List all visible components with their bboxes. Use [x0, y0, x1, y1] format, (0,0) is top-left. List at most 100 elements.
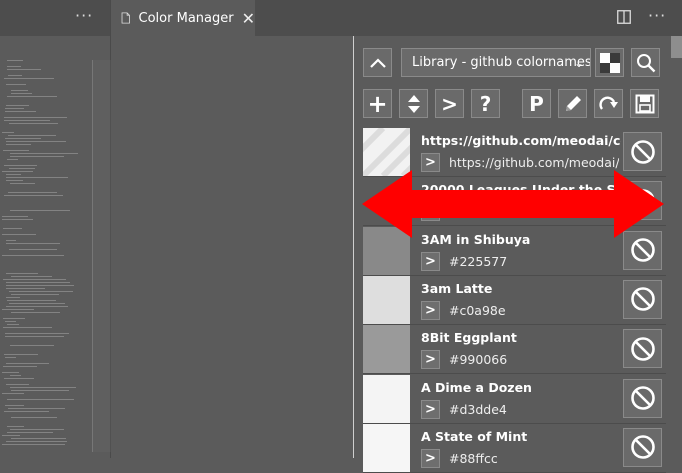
- remove-color-button[interactable]: [623, 427, 662, 467]
- remove-color-button[interactable]: [623, 378, 662, 418]
- minimap-line: [6, 174, 21, 175]
- collapse-button[interactable]: [363, 48, 392, 77]
- minimap-line: [7, 426, 24, 427]
- expand-button[interactable]: >: [421, 448, 440, 468]
- more-actions-icon[interactable]: ···: [75, 6, 93, 25]
- checker-icon: [599, 52, 620, 73]
- minimap-line: [11, 312, 60, 313]
- remove-color-button[interactable]: [623, 181, 662, 221]
- color-row[interactable]: 3AM in Shibuya > #225577: [363, 226, 666, 276]
- color-row[interactable]: 3am Latte > #c0a98e: [363, 275, 666, 325]
- split-editor-icon[interactable]: [617, 10, 631, 24]
- expand-button[interactable]: >: [421, 350, 440, 370]
- minimap-line: [10, 375, 21, 376]
- color-row[interactable]: A Dime a Dozen > #d3dde4: [363, 374, 666, 424]
- next-button[interactable]: >: [435, 89, 464, 118]
- more-actions-icon[interactable]: ···: [648, 6, 666, 25]
- minimap-line: [7, 432, 53, 433]
- minimap-line: [6, 282, 70, 283]
- color-swatch[interactable]: [363, 177, 410, 226]
- color-value: #c0a98e: [449, 302, 506, 318]
- minimap-line: [11, 438, 66, 439]
- color-row[interactable]: 8Bit Eggplant > #990066: [363, 325, 666, 375]
- remove-color-button[interactable]: [623, 329, 662, 369]
- minimap-line: [3, 228, 22, 229]
- tab-color-manager[interactable]: Color Manager ✕: [111, 0, 255, 36]
- color-swatch[interactable]: [363, 325, 410, 374]
- color-swatch[interactable]: [363, 226, 410, 275]
- palette-button[interactable]: P: [522, 89, 551, 118]
- redo-button[interactable]: [594, 89, 623, 118]
- expand-button[interactable]: >: [421, 300, 440, 320]
- minimap-line: [8, 135, 56, 136]
- minimap-line: [10, 210, 70, 211]
- color-swatch[interactable]: [363, 275, 410, 324]
- minimap-line: [6, 288, 45, 289]
- color-swatch[interactable]: [363, 423, 410, 472]
- minimap-line: [6, 240, 16, 241]
- color-row[interactable]: A State of Mint > #88ffcc: [363, 423, 666, 473]
- scrollbar[interactable]: [671, 36, 682, 458]
- color-row[interactable]: https://github.com/meodai/col > https://gi…: [350, 125, 666, 179]
- minimap-line: [7, 300, 56, 301]
- minimap-line: [7, 69, 41, 70]
- minimap-line: [6, 384, 29, 385]
- color-value: #d3dde4: [449, 401, 507, 417]
- minimap-line: [9, 291, 73, 292]
- left-tab-bar: ···: [0, 0, 110, 36]
- minimap-line: [4, 378, 34, 379]
- minimap-line: [8, 75, 22, 76]
- minimap-line: [6, 141, 66, 142]
- minimap-slider[interactable]: [92, 60, 111, 452]
- help-button[interactable]: ?: [471, 89, 500, 118]
- prohibited-icon: [630, 139, 655, 164]
- expand-button[interactable]: >: [421, 399, 440, 419]
- minimap-line: [6, 306, 68, 307]
- color-row[interactable]: 20000 Leagues Under the Sea > #191970: [363, 177, 666, 227]
- minimap-line: [2, 171, 33, 172]
- minimap-line: [4, 354, 38, 355]
- scrollbar-thumb[interactable]: [671, 36, 682, 58]
- remove-color-button[interactable]: [623, 230, 662, 270]
- minimap-line: [10, 156, 64, 157]
- minimap-line: [4, 78, 54, 79]
- minimap-line: [3, 150, 29, 151]
- save-button[interactable]: [630, 89, 659, 118]
- minimap-line: [5, 336, 64, 337]
- minimap-line: [2, 435, 20, 436]
- minimap-line: [6, 84, 26, 85]
- tab-label: Color Manager: [138, 10, 234, 26]
- library-select[interactable]: Library - github colornames ⌄: [401, 48, 591, 77]
- prohibited-icon: [630, 287, 655, 312]
- color-value: https://github.com/meodai/c: [449, 155, 619, 170]
- close-icon[interactable]: ✕: [242, 9, 255, 28]
- expand-button[interactable]: >: [421, 202, 440, 222]
- minimap-line: [7, 66, 21, 67]
- remove-color-button[interactable]: [623, 132, 662, 171]
- prohibited-icon: [630, 386, 655, 410]
- minimap-line: [6, 285, 74, 286]
- search-button[interactable]: [631, 48, 660, 77]
- sort-button[interactable]: [399, 89, 428, 118]
- chevron-right-icon: >: [425, 302, 436, 318]
- color-swatch[interactable]: [350, 125, 434, 179]
- toggle-view-button[interactable]: [595, 48, 624, 77]
- chevron-down-icon: ⌄: [573, 56, 584, 70]
- expand-button[interactable]: >: [421, 251, 440, 271]
- minimap-line: [2, 444, 65, 445]
- color-name: 3AM in Shibuya: [421, 231, 531, 247]
- minimap-line: [2, 393, 24, 394]
- minimap-line: [10, 183, 35, 184]
- color-value: #990066: [449, 352, 508, 368]
- color-swatch[interactable]: [363, 374, 410, 423]
- add-color-button[interactable]: +: [363, 89, 392, 118]
- expand-button[interactable]: >: [421, 153, 440, 172]
- minimap-line: [11, 90, 28, 91]
- minimap-line: [3, 318, 25, 319]
- remove-color-button[interactable]: [623, 279, 662, 319]
- minimap-line: [6, 363, 49, 364]
- minimap-line: [9, 123, 58, 124]
- minimap-line: [8, 192, 57, 193]
- edit-button[interactable]: [558, 89, 587, 118]
- minimap-line: [10, 153, 78, 154]
